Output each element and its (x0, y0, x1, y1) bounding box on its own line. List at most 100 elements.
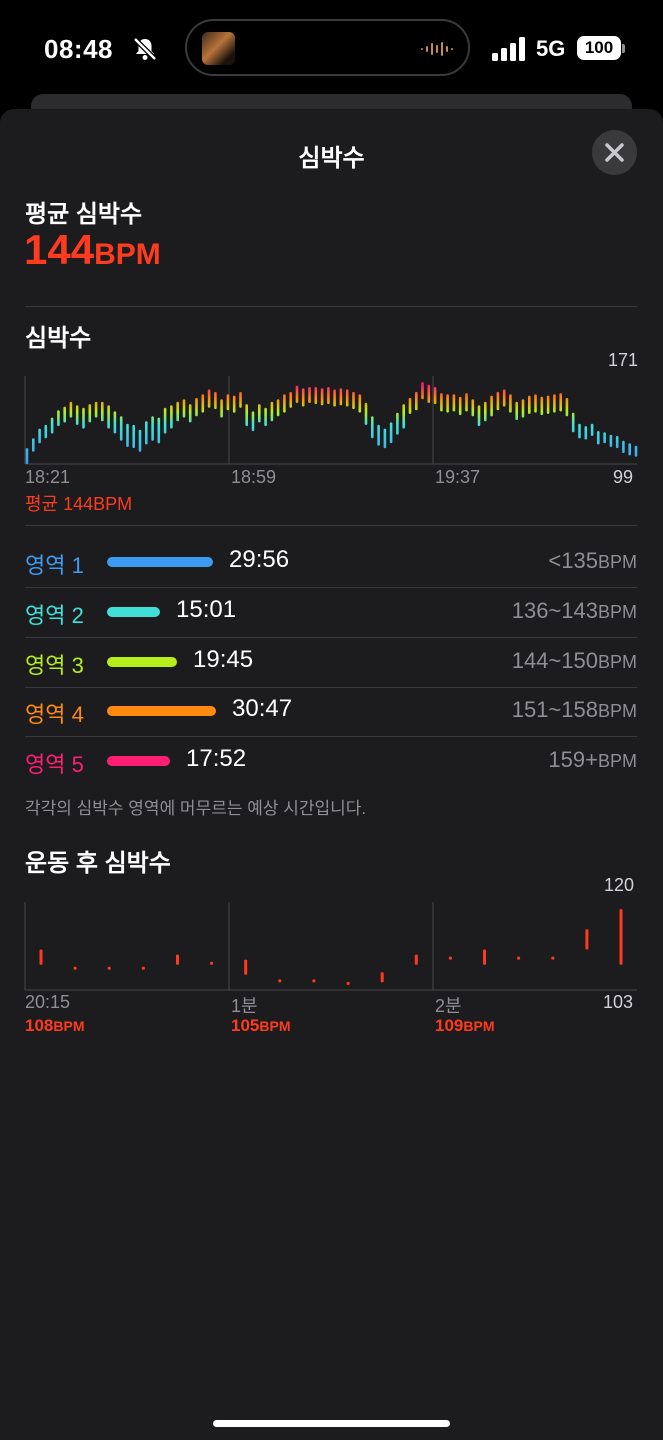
heart-rate-bar (182, 399, 186, 418)
zone-name: 영역 4 (25, 702, 84, 727)
zone-range-unit: BPM (597, 751, 637, 771)
heart-rate-bar (82, 407, 85, 429)
heart-rate-bar (333, 389, 336, 407)
close-button[interactable] (592, 130, 637, 175)
zone-range-value: 159+ (548, 747, 598, 772)
zone-duration-bar (107, 657, 177, 667)
heart-rate-bar (628, 443, 631, 456)
chart-average-note: 평균 144BPM (25, 494, 133, 514)
zone-range: 144~150BPM (512, 648, 637, 674)
recovery-bar (107, 966, 111, 970)
heart-rate-bar (528, 395, 531, 414)
zone-row-3: 영역 3 19:45 144~150BPM (25, 638, 637, 687)
zone-range-unit: BPM (597, 701, 637, 721)
zone-row-5: 영역 5 17:52 159+BPM (25, 737, 637, 786)
heart-rate-bar (232, 395, 236, 413)
heart-rate-bar (590, 423, 594, 436)
heart-rate-bar (276, 399, 280, 417)
recovery-bar (619, 909, 623, 965)
heart-rate-bar (609, 434, 613, 447)
zone-duration: 29:56 (229, 546, 290, 573)
xmark-icon (605, 143, 624, 162)
heart-rate-bar (151, 416, 154, 441)
heart-rate-bar (63, 406, 66, 423)
zone-name: 영역 1 (25, 553, 84, 578)
heart-rate-bar (484, 401, 487, 422)
zone-range-value: 136~143 (511, 598, 598, 623)
battery-cap (622, 44, 625, 53)
recovery-value-number: 105 (231, 1016, 260, 1035)
dynamic-island[interactable] (185, 19, 470, 76)
heart-rate-bar (201, 394, 205, 413)
heart-rate-bar (622, 440, 625, 453)
heart-rate-bar (94, 401, 98, 418)
recovery-bar (73, 966, 77, 970)
heart-rate-bar (69, 401, 73, 418)
heart-rate-bar (207, 389, 211, 408)
heart-rate-bar (352, 391, 355, 409)
recovery-value-unit: BPM (53, 1018, 85, 1034)
heart-rate-bar (295, 385, 299, 403)
heart-rate-bar (502, 389, 506, 407)
recovery-chart[interactable] (0, 898, 663, 994)
audio-waveform-icon (421, 42, 453, 56)
zone-row-4: 영역 4 30:47 151~158BPM (25, 687, 637, 736)
recovery-bar (346, 981, 350, 985)
recovery-bar (141, 966, 145, 970)
heart-rate-chart[interactable] (0, 370, 663, 470)
recovery-bar (380, 972, 384, 983)
heart-rate-bar (477, 405, 481, 427)
divider (25, 525, 637, 526)
heart-rate-bar (188, 404, 192, 423)
recovery-x-label-1: 20:15 (25, 992, 71, 1012)
zone-range-unit: BPM (597, 652, 637, 672)
heart-rate-bar (245, 404, 248, 427)
recovery-bar (39, 949, 43, 965)
heart-rate-bar (239, 391, 242, 408)
recovery-chart-title: 운동 후 심박수 (25, 850, 171, 877)
heart-rate-bar (283, 394, 286, 413)
heart-rate-bar (509, 394, 512, 413)
heart-rate-bar (402, 404, 405, 429)
heart-rate-bar (44, 424, 48, 439)
heart-rate-bar (339, 388, 343, 406)
chart-y-min: 99 (613, 467, 634, 487)
heart-rate-bar (615, 435, 619, 449)
zone-range: <135BPM (548, 548, 637, 574)
recovery-bar (312, 979, 316, 983)
heart-rate-bar (138, 429, 142, 452)
heart-rate-bar (170, 405, 173, 429)
recovery-value-unit: BPM (463, 1018, 495, 1034)
heart-rate-bar (113, 411, 117, 434)
heart-rate-bar (50, 417, 54, 434)
home-indicator[interactable] (213, 1420, 450, 1427)
chart-x-label-3: 19:37 (435, 467, 481, 487)
recovery-value-unit: BPM (259, 1018, 291, 1034)
average-value-number: 144 (24, 226, 95, 273)
recovery-bar (448, 956, 452, 960)
heart-rate-bar (126, 423, 129, 447)
recovery-bar (585, 929, 589, 950)
heart-rate-bar (308, 387, 311, 403)
zone-range: 151~158BPM (512, 697, 637, 723)
zone-range: 136~143BPM (512, 598, 637, 624)
heart-rate-bar (377, 424, 380, 446)
status-bar: 08:48 5G 100 (0, 0, 663, 100)
zone-row-2: 영역 2 15:01 136~143BPM (25, 588, 637, 637)
heart-rate-bar (496, 391, 500, 411)
heart-rate-bar (75, 405, 79, 425)
heart-rate-bar (521, 399, 525, 418)
zone-range-value: 144~150 (511, 648, 598, 673)
heart-rate-bar (327, 387, 330, 405)
heart-rate-bar (251, 411, 255, 431)
heart-rate-bar (559, 393, 562, 412)
zone-row-1: 영역 1 29:56 <135BPM (25, 538, 637, 587)
zone-duration: 17:52 (186, 745, 247, 772)
zone-duration: 15:01 (176, 596, 237, 623)
recovery-y-min: 103 (603, 992, 634, 1012)
heart-rate-bar (289, 391, 292, 408)
heart-rate-bar (145, 421, 148, 445)
heart-rate-bar (195, 398, 198, 417)
heart-rate-bar (465, 393, 468, 412)
heart-rate-bar (571, 412, 575, 433)
